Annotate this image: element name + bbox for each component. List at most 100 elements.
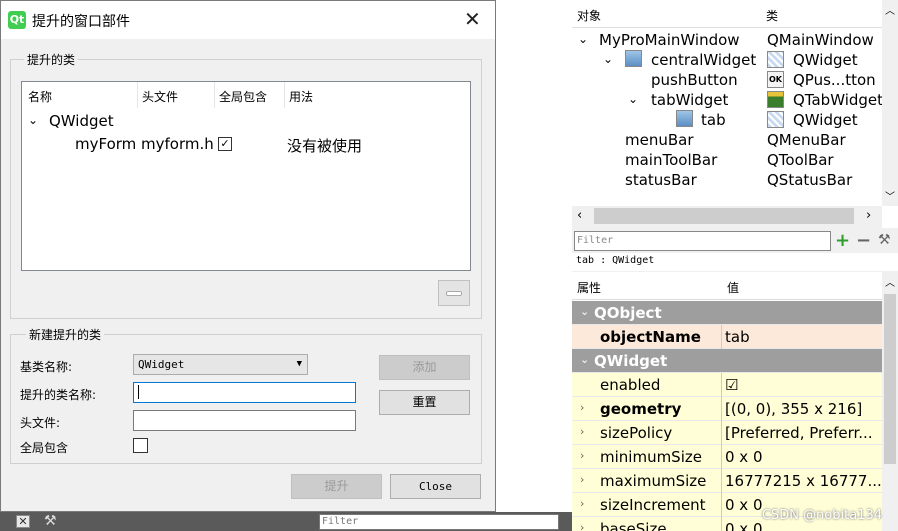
property-row[interactable]: enabled ☑ <box>572 373 882 397</box>
property-row[interactable]: › maximumSize 16777215 x 16777... <box>572 469 882 493</box>
tree-object-name[interactable]: centralWidget <box>651 51 756 69</box>
header-file-input[interactable] <box>133 410 356 431</box>
property-filter-input[interactable]: Filter <box>574 231 831 251</box>
bottom-filter-input[interactable]: Filter <box>319 514 559 530</box>
property-name: geometry <box>600 400 682 418</box>
promoted-classes-table[interactable]: 名称 头文件 全局包含 用法 ⌄ QWidget myForm myform.h… <box>21 81 471 271</box>
column-header-header-file[interactable]: 头文件 <box>142 88 178 105</box>
property-value[interactable]: 0 x 0 <box>725 520 763 531</box>
property-row[interactable]: › minimumSize 0 x 0 <box>572 445 882 469</box>
chevron-right-icon[interactable]: › <box>580 401 584 414</box>
reset-button[interactable]: 重置 <box>379 390 470 415</box>
widget-icon <box>625 50 642 67</box>
column-separator <box>284 82 285 108</box>
pushbutton-icon: OK <box>767 71 784 88</box>
promoted-classes-label: 提升的类 <box>24 51 79 68</box>
property-value[interactable]: 0 x 0 <box>725 448 763 466</box>
property-name: sizeIncrement <box>600 496 706 514</box>
property-editor: 属性 值 ⌄ QObject objectName tab ⌄ QWidget … <box>572 272 898 531</box>
chevron-right-icon[interactable]: › <box>580 449 584 462</box>
object-inspector-header: 对象 类 <box>572 0 882 28</box>
tree-object-name[interactable]: menuBar <box>625 131 694 149</box>
chevron-down-icon[interactable]: ⌄ <box>28 113 38 127</box>
column-header-object[interactable]: 对象 <box>577 7 601 24</box>
scroll-down-icon[interactable]: ﹀ <box>885 188 895 203</box>
wrench-icon[interactable]: ⚒ <box>878 232 891 248</box>
clear-icon[interactable]: ✕ <box>16 515 30 528</box>
minus-icon[interactable]: − <box>856 230 871 251</box>
column-separator <box>721 469 722 493</box>
column-header-name[interactable]: 名称 <box>28 88 52 105</box>
chevron-down-icon[interactable]: ⌄ <box>580 305 589 318</box>
object-inspector: 对象 类 ⌄ MyProMainWindow QMainWindow ⌄ cen… <box>572 0 898 228</box>
chevron-right-icon[interactable]: › <box>580 497 584 510</box>
chevron-right-icon[interactable]: › <box>580 521 584 531</box>
property-value[interactable]: 16777215 x 16777... <box>725 472 882 490</box>
object-inspector-hscroll[interactable]: ‹ › <box>572 206 882 228</box>
property-value[interactable]: [Preferred, Preferr... <box>725 424 873 442</box>
qwidget-icon <box>767 51 784 68</box>
scroll-thumb[interactable] <box>594 208 854 224</box>
scroll-up-icon[interactable]: ︿ <box>885 2 895 17</box>
object-inspector-vscroll[interactable]: ︿ ﹀ <box>882 0 898 206</box>
chevron-down-icon[interactable]: ⌄ <box>628 92 638 106</box>
chevron-down-icon[interactable]: ⌄ <box>580 353 589 366</box>
global-include-checkbox-new[interactable] <box>133 438 148 453</box>
promoted-widgets-dialog: Qt 提升的窗口部件 ✕ 提升的类 名称 头文件 全局包含 用法 ⌄ QWidg… <box>0 0 496 512</box>
tree-item-name[interactable]: myForm <box>75 135 136 153</box>
tree-object-name[interactable]: MyProMainWindow <box>599 31 740 49</box>
tree-object-name[interactable]: tab <box>701 111 726 129</box>
promote-button[interactable]: 提升 <box>291 474 382 499</box>
column-separator <box>721 517 722 531</box>
chevron-right-icon[interactable]: › <box>580 473 584 486</box>
enabled-checkbox[interactable]: ☑ <box>725 376 738 394</box>
new-promoted-class-label: 新建提升的类 <box>26 326 105 343</box>
global-include-checkbox[interactable]: ✓ <box>218 137 232 151</box>
property-value[interactable]: 0 x 0 <box>725 496 763 514</box>
tree-object-class: QPus...tton <box>793 71 876 89</box>
property-row[interactable]: objectName tab <box>572 325 882 349</box>
chevron-down-icon[interactable]: ⌄ <box>603 52 613 66</box>
selected-object-label: tab : QWidget <box>572 253 898 271</box>
scroll-up-icon[interactable]: ︿ <box>885 274 895 289</box>
scroll-thumb[interactable] <box>884 294 896 464</box>
promoted-class-name-input[interactable] <box>133 382 356 403</box>
tree-object-name[interactable]: pushButton <box>651 71 738 89</box>
property-value[interactable]: [(0, 0), 355 x 216] <box>725 400 862 418</box>
property-row[interactable]: › geometry [(0, 0), 355 x 216] <box>572 397 882 421</box>
close-button[interactable]: Close <box>390 474 481 499</box>
remove-button[interactable] <box>438 280 470 306</box>
column-header-usage[interactable]: 用法 <box>289 88 313 105</box>
property-name: sizePolicy <box>600 424 673 442</box>
tree-object-name[interactable]: statusBar <box>625 171 697 189</box>
close-icon[interactable]: ✕ <box>464 7 481 31</box>
scroll-left-icon[interactable]: ‹ <box>577 208 582 223</box>
add-button[interactable]: 添加 <box>379 355 470 380</box>
dialog-title: 提升的窗口部件 <box>32 14 130 30</box>
property-row[interactable]: › sizePolicy [Preferred, Preferr... <box>572 421 882 445</box>
column-header-global-include[interactable]: 全局包含 <box>219 88 267 105</box>
tree-item-parent[interactable]: QWidget <box>49 112 114 130</box>
tree-item-usage: 没有被使用 <box>287 137 363 155</box>
tree-object-name[interactable]: mainToolBar <box>625 151 717 169</box>
property-value[interactable]: tab <box>725 328 750 346</box>
column-header-property[interactable]: 属性 <box>577 279 601 296</box>
section-qobject[interactable]: ⌄ QObject <box>572 301 882 325</box>
scroll-right-icon[interactable]: › <box>866 208 871 223</box>
property-name: minimumSize <box>600 448 702 466</box>
base-class-combo[interactable]: QWidget ▼ <box>133 354 308 375</box>
column-header-value[interactable]: 值 <box>727 279 739 296</box>
chevron-right-icon[interactable]: › <box>580 425 584 438</box>
property-editor-header: 属性 值 <box>572 272 882 300</box>
section-qwidget[interactable]: ⌄ QWidget <box>572 349 882 373</box>
text-caret <box>138 385 139 399</box>
wrench-icon[interactable]: ⚒ <box>44 513 57 529</box>
plus-icon[interactable]: + <box>835 230 850 251</box>
watermark: CSDN @nobita134 <box>761 508 882 523</box>
column-header-class[interactable]: 类 <box>766 7 778 24</box>
widget-icon <box>676 110 693 127</box>
property-editor-vscroll[interactable]: ︿ <box>882 272 898 531</box>
tree-object-class: QMenuBar <box>767 131 846 149</box>
tree-object-name[interactable]: tabWidget <box>651 91 728 109</box>
chevron-down-icon[interactable]: ⌄ <box>578 32 588 46</box>
